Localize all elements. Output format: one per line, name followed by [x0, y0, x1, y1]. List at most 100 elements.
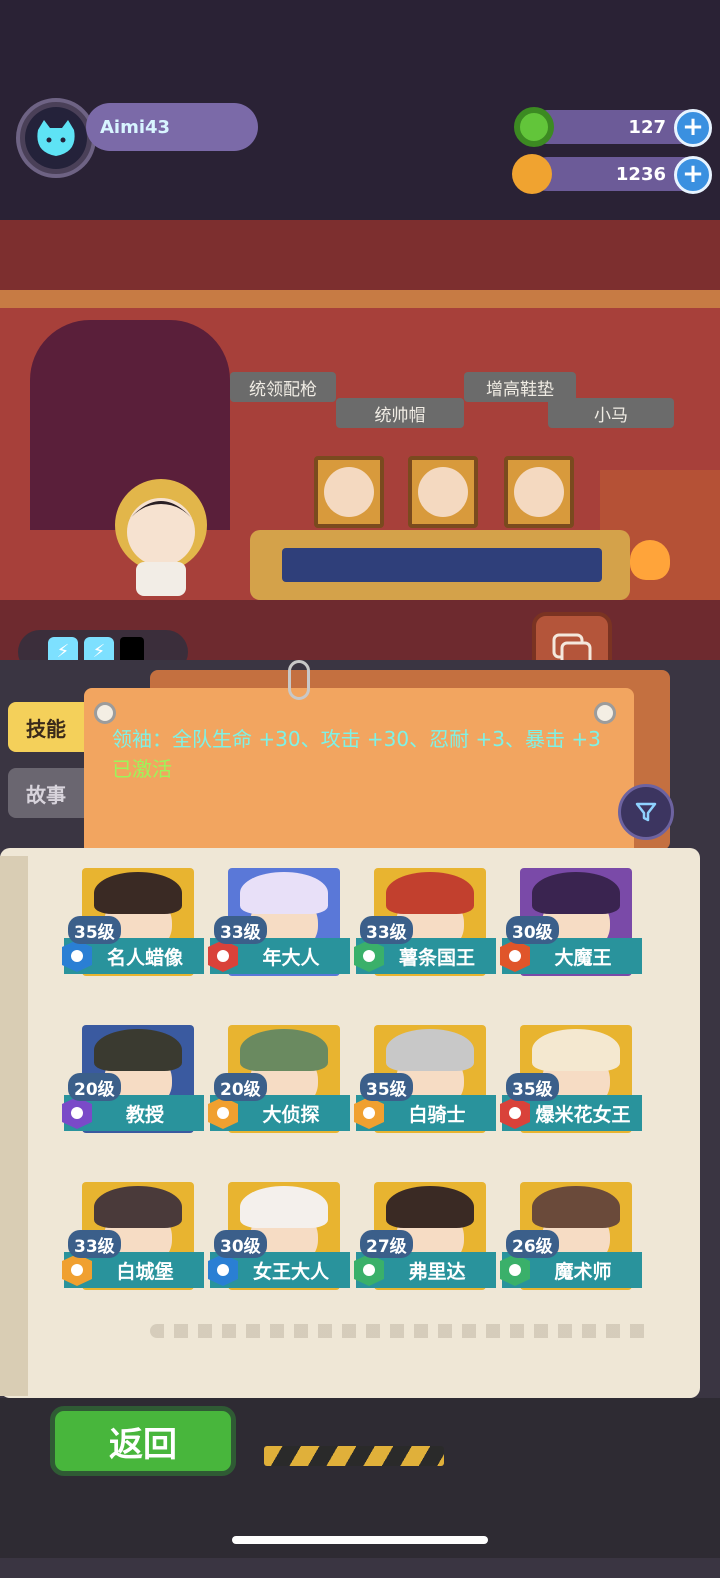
add-coin-button[interactable]: +: [674, 156, 712, 194]
character-hair: [240, 872, 328, 914]
portrait-face: [418, 467, 468, 517]
character-name: 教授: [125, 1103, 164, 1126]
planet-coin-icon: [512, 154, 552, 194]
character-level: 33级: [214, 916, 267, 944]
rank-dot: [509, 1107, 521, 1119]
character-card[interactable]: 教授 20级: [52, 1015, 204, 1172]
character-card[interactable]: 年大人 33级: [198, 858, 350, 1015]
avatar-button[interactable]: [16, 98, 96, 178]
skill-status: 已激活: [112, 757, 172, 781]
portrait-frame[interactable]: [504, 456, 574, 528]
character-card[interactable]: 薯条国王 33级: [344, 858, 496, 1015]
rank-dot: [217, 1107, 229, 1119]
donut-count: 127: [628, 116, 666, 138]
character-hair: [386, 1186, 474, 1228]
desk-drawers: [282, 548, 602, 582]
tab-story[interactable]: 故事: [8, 768, 84, 818]
character-level: 27级: [360, 1230, 413, 1258]
rank-dot: [217, 950, 229, 962]
character-name: 爆米花女王: [535, 1103, 631, 1126]
character-card[interactable]: 女王大人 30级: [198, 1172, 350, 1329]
player-name-pill[interactable]: Aimi43: [86, 103, 258, 151]
character-name: 白城堡: [116, 1260, 174, 1283]
character-hair: [532, 872, 620, 914]
character-level: 35级: [68, 916, 121, 944]
item-label-pistol[interactable]: 统领配枪: [230, 372, 336, 402]
tab-skill[interactable]: 技能: [8, 702, 84, 752]
character-name: 年大人: [262, 946, 320, 969]
home-indicator[interactable]: [232, 1536, 488, 1544]
character-card[interactable]: 白城堡 33级: [52, 1172, 204, 1329]
character-level: 33级: [68, 1230, 121, 1258]
skill-description: 领袖：全队生命 +30、攻击 +30、忍耐 +3、暴击 +3 已激活: [112, 724, 612, 784]
book-spine: [0, 856, 28, 1396]
pin-icon: [594, 702, 616, 724]
portrait-face: [514, 467, 564, 517]
scene-ceiling: [0, 220, 720, 300]
rank-dot: [363, 1107, 375, 1119]
hazard-stripe: [264, 1446, 444, 1466]
character-card[interactable]: 爆米花女王 35级: [490, 1015, 642, 1172]
pin-icon: [94, 702, 116, 724]
character-hair: [532, 1186, 620, 1228]
character-card[interactable]: 名人蜡像 35级: [52, 858, 204, 1015]
character-level: 35级: [506, 1073, 559, 1101]
character-hair: [94, 872, 182, 914]
character-card[interactable]: 魔术师 26级: [490, 1172, 642, 1329]
coin-count: 1236: [615, 163, 666, 185]
character-hair: [94, 1029, 182, 1071]
character-level: 20级: [68, 1073, 121, 1101]
rank-dot: [71, 950, 83, 962]
character-grid: 名人蜡像 35级 年大人 33级 薯条国王 33级 大魔王 30级 教授 20级 大侦探 20级 白骑士…: [52, 858, 662, 1329]
character-name: 薯条国王: [398, 946, 475, 969]
portrait-face: [324, 467, 374, 517]
add-donut-button[interactable]: +: [674, 109, 712, 147]
character-level: 30级: [506, 916, 559, 944]
character-hair: [240, 1186, 328, 1228]
character-name: 弗里达: [408, 1260, 466, 1283]
item-label-hat[interactable]: 统帅帽: [336, 398, 464, 428]
character-level: 35级: [360, 1073, 413, 1101]
character-level: 20级: [214, 1073, 267, 1101]
filter-button[interactable]: [618, 784, 674, 840]
character-level: 33级: [360, 916, 413, 944]
character-name: 名人蜡像: [106, 946, 183, 969]
character-card[interactable]: 弗里达 27级: [344, 1172, 496, 1329]
portrait-frame[interactable]: [314, 456, 384, 528]
portrait-frame[interactable]: [408, 456, 478, 528]
skill-effect: 领袖：全队生命 +30、攻击 +30、忍耐 +3、暴击 +3: [112, 727, 601, 751]
rank-dot: [217, 1264, 229, 1276]
rank-dot: [363, 950, 375, 962]
player-name: Aimi43: [100, 116, 171, 138]
character-name: 大魔王: [554, 946, 612, 969]
character-card[interactable]: 大侦探 20级: [198, 1015, 350, 1172]
rank-dot: [71, 1107, 83, 1119]
donut-icon: [514, 107, 554, 147]
fire-icon: [630, 540, 670, 580]
hero-character[interactable]: [96, 470, 226, 600]
character-card[interactable]: 白骑士 35级: [344, 1015, 496, 1172]
rank-dot: [363, 1264, 375, 1276]
character-name: 大侦探: [262, 1103, 320, 1126]
character-hair: [386, 872, 474, 914]
item-label-pony[interactable]: 小马: [548, 398, 674, 428]
character-hair: [94, 1186, 182, 1228]
character-card[interactable]: 大魔王 30级: [490, 858, 642, 1015]
character-hair: [240, 1029, 328, 1071]
character-name: 女王大人: [252, 1260, 329, 1283]
character-hair: [386, 1029, 474, 1071]
character-hair: [532, 1029, 620, 1071]
cat-icon: [25, 107, 87, 169]
rank-dot: [509, 1264, 521, 1276]
wall-trim: [0, 290, 720, 308]
blurred-text: [150, 1324, 650, 1338]
character-name: 魔术师: [554, 1260, 612, 1283]
paper-clip-icon: [288, 660, 310, 700]
rank-dot: [509, 950, 521, 962]
character-level: 30级: [214, 1230, 267, 1258]
rank-dot: [71, 1264, 83, 1276]
filter-icon: [635, 802, 657, 822]
back-button[interactable]: 返回: [50, 1406, 236, 1476]
character-level: 26级: [506, 1230, 559, 1258]
character-name: 白骑士: [408, 1103, 466, 1126]
